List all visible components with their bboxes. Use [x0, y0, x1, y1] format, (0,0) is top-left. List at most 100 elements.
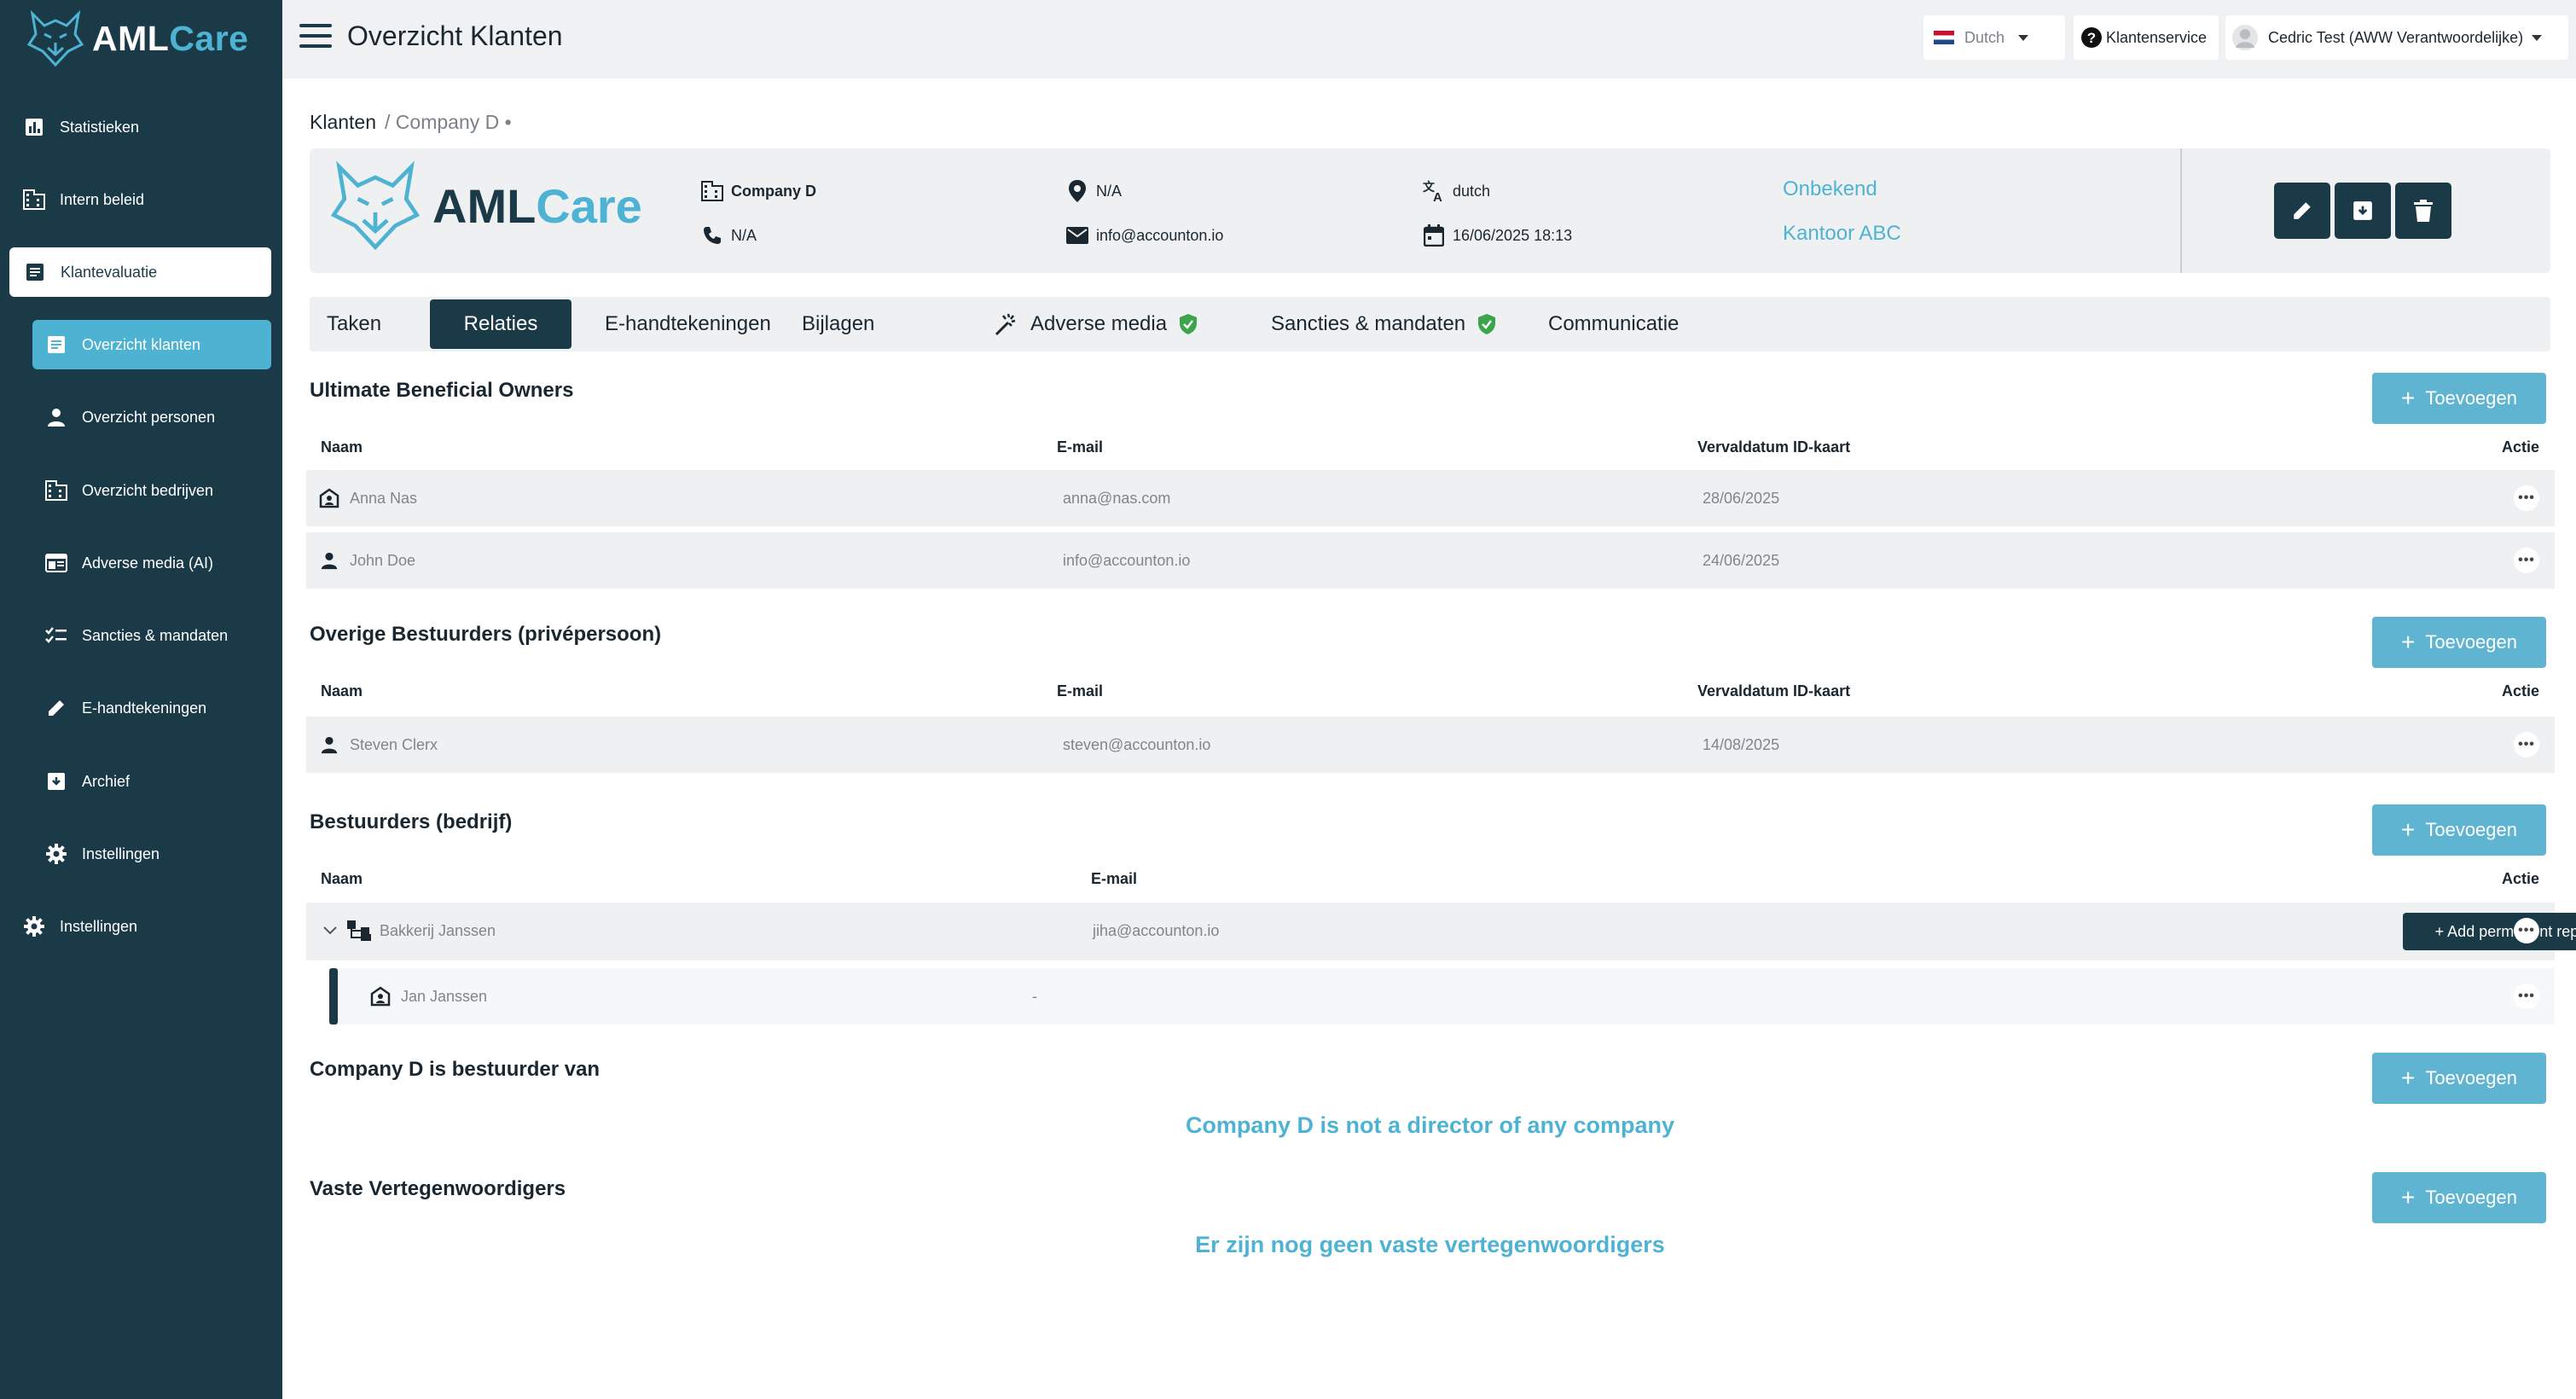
- company-language: 文A dutch: [1422, 179, 1490, 203]
- breadcrumb-root[interactable]: Klanten: [310, 111, 376, 133]
- column-header-name: Naam: [321, 438, 363, 456]
- company-name: Company D: [700, 179, 816, 203]
- tab-sancties-mandaten[interactable]: Sancties & mandaten: [1254, 299, 1513, 349]
- sidebar-item-archief[interactable]: Archief: [44, 757, 271, 806]
- gear-icon: [44, 842, 68, 866]
- row-name: John Doe: [350, 551, 416, 569]
- table-row[interactable]: Bakkerij Janssen jiha@accounton.io + Add…: [306, 903, 2576, 961]
- sidebar-item-label: Adverse media (AI): [82, 554, 214, 572]
- sidebar-item-e-handtekeningen[interactable]: E-handtekeningen: [44, 683, 271, 733]
- section-title-company-directors: Bestuurders (bedrijf): [310, 810, 513, 833]
- app-logo[interactable]: AMLCare: [26, 7, 248, 70]
- table-row[interactable]: Steven Clerx steven@accounton.io 14/08/2…: [306, 717, 2555, 773]
- add-company-director-button[interactable]: + Toevoegen: [2372, 804, 2546, 856]
- bar-chart-icon: [22, 115, 46, 139]
- add-permanent-representative-button[interactable]: + Add permanent representative: [2403, 913, 2576, 950]
- sidebar-item-label: Overzicht bedrijven: [82, 481, 214, 499]
- sidebar-item-sancties[interactable]: Sancties & mandaten: [44, 611, 271, 660]
- support-label: Klantenservice: [2106, 28, 2208, 46]
- more-actions-icon[interactable]: •••: [2514, 732, 2539, 758]
- company-house-icon: [368, 984, 392, 1008]
- column-header-name: Naam: [321, 870, 363, 887]
- sidebar-item-adverse-media[interactable]: Adverse media (AI): [44, 538, 271, 588]
- column-header-email: E-mail: [1057, 438, 1104, 456]
- language-selector[interactable]: Dutch: [1923, 15, 2065, 60]
- archive-button[interactable]: [2335, 183, 2391, 239]
- add-permanent-rep-button[interactable]: + Toevoegen: [2372, 1172, 2546, 1223]
- sidebar-item-overzicht-klanten[interactable]: Overzicht klanten: [32, 320, 271, 369]
- archive-icon: [2353, 201, 2372, 220]
- person-icon: [44, 405, 68, 429]
- sidebar-item-intern-beleid[interactable]: Intern beleid: [22, 175, 270, 224]
- dutch-flag-icon: [1934, 31, 1954, 44]
- sidebar-item-instellingen[interactable]: Instellingen: [22, 902, 270, 951]
- plus-icon: +: [2400, 1184, 2416, 1210]
- sidebar-item-instellingen-sub[interactable]: Instellingen: [44, 829, 271, 879]
- tab-bijlagen[interactable]: Bijlagen: [785, 299, 891, 349]
- sidebar-item-klantevaluatie[interactable]: Klantevaluatie: [9, 247, 271, 297]
- document-icon: [23, 260, 47, 284]
- add-ubo-button[interactable]: + Toevoegen: [2372, 373, 2546, 424]
- add-director-button[interactable]: + Toevoegen: [2372, 617, 2546, 668]
- company-office[interactable]: Kantoor ABC: [1783, 222, 1901, 246]
- building-icon: [700, 179, 724, 203]
- table-sub-row[interactable]: Jan Janssen - •••: [329, 968, 2555, 1025]
- hamburger-menu-icon[interactable]: [299, 24, 332, 49]
- logo-text: AMLCare: [92, 18, 249, 58]
- tab-e-handtekeningen[interactable]: E-handtekeningen: [588, 299, 788, 349]
- checklist-icon: [44, 624, 68, 647]
- company-status[interactable]: Onbekend: [1783, 177, 1877, 201]
- table-row[interactable]: Anna Nas anna@nas.com 28/06/2025 •••: [306, 470, 2555, 526]
- column-header-expiry: Vervaldatum ID-kaart: [1697, 682, 1851, 700]
- svg-text:A: A: [1433, 190, 1442, 202]
- row-name: Anna Nas: [350, 489, 418, 507]
- caret-down-icon: [2018, 34, 2029, 41]
- row-email: steven@accounton.io: [1063, 735, 1211, 753]
- plus-icon: +: [2400, 816, 2416, 843]
- user-menu[interactable]: Cedric Test (AWW Verantwoordelijke): [2225, 15, 2568, 60]
- plus-icon: +: [2400, 629, 2416, 655]
- sidebar-item-label: Instellingen: [82, 845, 160, 862]
- more-actions-icon[interactable]: •••: [2514, 984, 2539, 1009]
- tab-communicatie[interactable]: Communicatie: [1531, 299, 1696, 349]
- hierarchy-indicator: [329, 968, 338, 1025]
- sidebar-item-overzicht-personen[interactable]: Overzicht personen: [44, 392, 271, 442]
- delete-button[interactable]: [2395, 183, 2451, 239]
- row-name: Jan Janssen: [401, 987, 488, 1005]
- section-title-permanent-reps: Vaste Vertegenwoordigers: [310, 1177, 566, 1200]
- breadcrumb-current: / Company D •: [385, 111, 512, 133]
- sidebar-item-label: Sancties & mandaten: [82, 626, 229, 644]
- sidebar-item-label: Statistieken: [60, 118, 140, 136]
- tab-taken[interactable]: Taken: [310, 299, 398, 349]
- sidebar-item-label: Archief: [82, 772, 131, 790]
- company-logo: AMLCare: [328, 159, 642, 253]
- table-row[interactable]: John Doe info@accounton.io 24/06/2025 ••…: [306, 532, 2555, 589]
- tab-bar: Taken Relaties E-handtekeningen Bijlagen…: [310, 297, 2550, 351]
- support-button[interactable]: ? Klantenservice: [2074, 15, 2219, 60]
- column-header-action: Actie: [2502, 870, 2540, 887]
- sidebar-item-label: Instellingen: [60, 917, 138, 935]
- shield-check-icon: [1180, 314, 1198, 334]
- wolf-logo-icon: [26, 9, 84, 67]
- shield-check-icon: [1478, 314, 1496, 334]
- sidebar-item-overzicht-bedrijven[interactable]: Overzicht bedrijven: [44, 466, 271, 515]
- edit-button[interactable]: [2274, 183, 2330, 239]
- row-expiry: 28/06/2025: [1703, 489, 1780, 507]
- add-director-of-button[interactable]: + Toevoegen: [2372, 1053, 2546, 1104]
- page-title: Overzicht Klanten: [347, 20, 563, 51]
- caret-down-icon: [2532, 34, 2543, 41]
- card-divider: [2180, 148, 2182, 273]
- wolf-logo-icon: [330, 160, 421, 251]
- tab-adverse-media[interactable]: Adverse media: [976, 299, 1215, 349]
- more-actions-icon[interactable]: •••: [2514, 485, 2539, 511]
- more-actions-icon[interactable]: •••: [2514, 548, 2539, 573]
- chevron-down-icon[interactable]: [322, 919, 339, 943]
- row-name: Bakkerij Janssen: [380, 921, 496, 939]
- company-phone: N/A: [700, 223, 757, 247]
- sidebar-item-statistieken[interactable]: Statistieken: [22, 102, 270, 152]
- archive-icon: [44, 769, 68, 793]
- tab-relaties[interactable]: Relaties: [430, 299, 571, 349]
- column-header-email: E-mail: [1057, 682, 1104, 700]
- more-actions-icon[interactable]: •••: [2514, 918, 2539, 943]
- company-email: info@accounton.io: [1065, 223, 1223, 247]
